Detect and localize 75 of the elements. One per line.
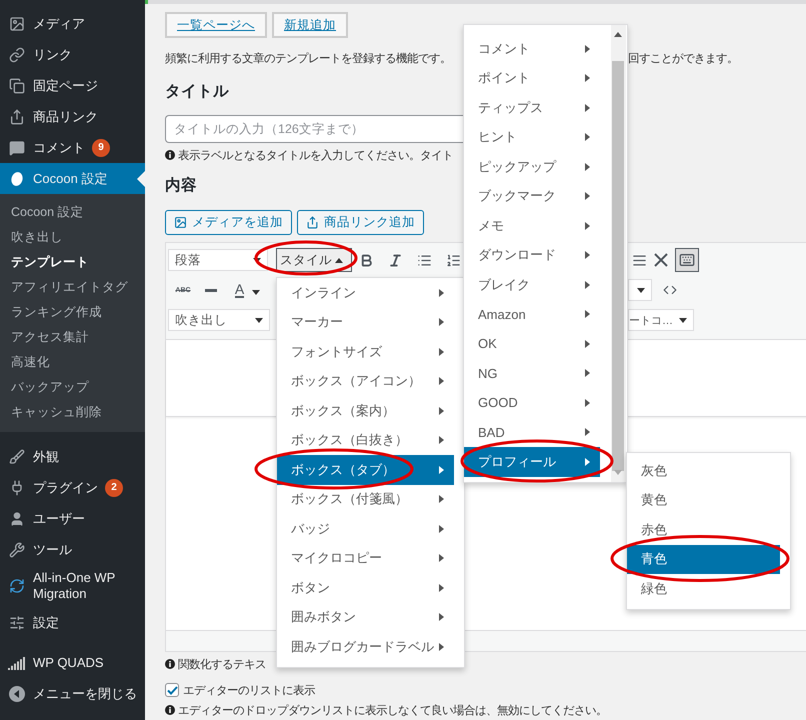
submenu-item[interactable]: テンプレート <box>0 250 145 275</box>
submenu-item[interactable]: バックアップ <box>0 375 145 400</box>
menu-item[interactable]: ボックス（案内） <box>277 396 454 426</box>
page-link-button[interactable]: 一覧ページへ <box>165 12 267 38</box>
description-text: 回すことができます。 <box>628 52 739 66</box>
menu-item[interactable]: 灰色 <box>627 456 780 486</box>
sidebar-item[interactable]: プラグイン 2 <box>0 472 145 503</box>
menu-item[interactable]: 青色 <box>627 544 780 574</box>
hint-text: 表示ラベルとなるタイトルを入力してください。タイト <box>178 148 453 162</box>
style-dropdown[interactable]: スタイル <box>276 248 352 272</box>
title-input[interactable]: タイトルの入力（126文字まで） <box>165 115 463 143</box>
menu-item[interactable]: NG <box>464 358 600 388</box>
sidebar-item[interactable]: リンク <box>0 39 145 70</box>
menu-item[interactable]: メモ <box>464 211 600 240</box>
menu-item[interactable]: プロフィール <box>464 447 600 476</box>
hint-text: エディターのドロップダウンリストに表示しなくて良い場合は、無効にしてください。 <box>178 703 607 718</box>
menu-item[interactable]: ブックマーク <box>464 182 600 211</box>
menu-item[interactable]: ヒント <box>464 122 600 152</box>
hint-text: 関数化するテキス <box>178 658 266 672</box>
menu-item[interactable]: ダウンロード <box>464 240 600 270</box>
menu-item[interactable]: Amazon <box>464 300 600 329</box>
menu-item[interactable]: ティップス <box>464 93 600 122</box>
menu-item[interactable]: マーカー <box>277 308 454 337</box>
count-badge: 9 <box>92 138 110 156</box>
menu-item[interactable]: ピックアップ <box>464 152 600 182</box>
sidebar-item[interactable]: メニューを閉じる <box>0 678 145 709</box>
description-text: 頻繁に利用する文章のテンプレートを登録する機能です。 <box>165 51 452 66</box>
sidebar-item[interactable]: ツール <box>0 534 145 565</box>
sidebar-item[interactable]: コメント 9 <box>0 132 145 163</box>
text-color-button[interactable]: A <box>229 278 266 302</box>
sidebar-item[interactable]: WP QUADS <box>0 647 145 678</box>
sidebar-item[interactable]: ユーザー <box>0 503 145 534</box>
menu-item[interactable]: フォントサイズ <box>277 337 454 366</box>
sidebar-item[interactable]: All-in-One WP Migration <box>0 565 145 607</box>
menu-item[interactable]: ボックス（付箋風） <box>277 484 454 514</box>
submenu-item[interactable]: アフィリエイトタグ <box>0 275 145 300</box>
menu-item[interactable]: バッジ <box>277 514 454 544</box>
section-heading: 内容 <box>165 176 197 196</box>
checkbox-row[interactable]: エディターのリストに表示 <box>165 682 806 698</box>
media-button[interactable]: 商品リンク追加 <box>297 210 424 235</box>
submenu-item[interactable]: Cocoon 設定 <box>0 200 145 225</box>
menu-item[interactable]: コメント <box>464 34 600 64</box>
menu-item[interactable]: 緑色 <box>627 574 780 604</box>
sidebar-item[interactable]: 設定 <box>0 607 145 638</box>
menu-item[interactable]: OK <box>464 329 600 358</box>
sidebar-item[interactable]: Cocoon 設定 <box>0 163 145 194</box>
shortcode-select[interactable]: ートコ… <box>628 309 694 331</box>
submenu-item[interactable]: 高速化 <box>0 350 145 375</box>
menu-item[interactable]: マイクロコピー <box>277 544 454 573</box>
submenu-item[interactable]: 吹き出し <box>0 225 145 250</box>
section-heading: タイトル <box>165 82 229 102</box>
menu-item[interactable]: 黄色 <box>627 486 780 515</box>
menu-item[interactable]: ボックス（白抜き） <box>277 426 454 455</box>
menu-item[interactable]: 囲みボタン <box>277 602 454 632</box>
menu-item[interactable]: 赤色 <box>627 515 780 544</box>
submenu-item[interactable]: アクセス集計 <box>0 325 145 350</box>
balloon-select[interactable]: 吹き出し <box>168 309 270 331</box>
menu-item[interactable]: ボタン <box>277 573 454 602</box>
menu-item[interactable]: ブレイク <box>464 270 600 300</box>
count-badge: 2 <box>105 478 123 496</box>
sidebar-item[interactable]: メディア <box>0 8 145 39</box>
menu-item[interactable]: インライン <box>277 278 454 308</box>
page-link-button[interactable]: 新規追加 <box>272 12 348 38</box>
sidebar-item[interactable]: 外観 <box>0 441 145 472</box>
menu-item[interactable]: ボックス（アイコン） <box>277 366 454 396</box>
sidebar-item[interactable]: 商品リンク <box>0 101 145 132</box>
menu-item[interactable]: 囲みブログカードラベル <box>277 632 454 662</box>
submenu-item[interactable]: キャッシュ削除 <box>0 400 145 425</box>
menu-item[interactable]: ポイント <box>464 64 600 93</box>
sidebar-item[interactable]: 固定ページ <box>0 70 145 101</box>
menu-item[interactable]: BAD <box>464 418 600 447</box>
media-button[interactable]: メディアを追加 <box>165 210 292 235</box>
menu-item[interactable]: ボックス（タブ） <box>277 455 454 484</box>
menu-item[interactable]: GOOD <box>464 388 600 418</box>
submenu-item[interactable]: ランキング作成 <box>0 300 145 325</box>
